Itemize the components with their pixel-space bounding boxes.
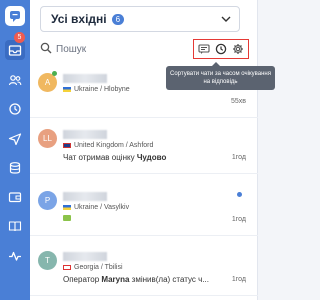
- location-text: Georgia / Tbilisi: [74, 264, 123, 271]
- left-rail: 5: [0, 0, 30, 300]
- blurred-contact-name: [63, 252, 107, 261]
- avatar: LL: [38, 129, 57, 148]
- send-icon[interactable]: [5, 129, 25, 149]
- wallet-icon[interactable]: [5, 187, 25, 207]
- uk-flag-icon: [63, 143, 71, 148]
- settings-gear-icon[interactable]: [231, 42, 245, 56]
- chat-time: 1год: [231, 276, 246, 283]
- inbox-icon[interactable]: [5, 40, 25, 60]
- book-icon[interactable]: [5, 216, 25, 236]
- chat-location: United Kingdom / Ashford: [63, 142, 153, 149]
- chat-logo-icon[interactable]: [5, 6, 25, 26]
- ukraine-flag-icon: [63, 205, 71, 210]
- chat-time: 55хв: [230, 98, 246, 105]
- chevron-down-icon: [221, 16, 231, 22]
- search-input[interactable]: [56, 40, 176, 58]
- chat-time: 1год: [231, 154, 246, 161]
- chat-item[interactable]: LL United Kingdom / Ashford Чат отримав …: [30, 120, 258, 174]
- location-text: Ukraine / Vasylkiv: [74, 204, 130, 211]
- inbox-count-badge: 6: [111, 13, 125, 25]
- database-icon[interactable]: [5, 158, 25, 178]
- blurred-contact-name: [63, 130, 107, 139]
- inbox-title: Усі вхідні: [51, 12, 107, 26]
- chat-location: Ukraine / Vasylkiv: [63, 204, 129, 211]
- georgia-flag-icon: [63, 265, 71, 270]
- blurred-contact-name: [63, 74, 107, 83]
- chat-last-message: Чат отримав оцінку Чудово: [63, 153, 167, 162]
- inbox-filter-dropdown[interactable]: Усі вхідні 6: [40, 6, 240, 32]
- sort-tooltip: Сортувати чати за часом очікування на ві…: [166, 62, 275, 90]
- attachment-icon: [63, 215, 71, 221]
- chat-time: 1год: [231, 216, 246, 223]
- chat-list-panel: Усі вхідні 6 A: [30, 0, 258, 300]
- chat-item[interactable]: P Ukraine / Vasylkiv 1год: [30, 182, 258, 236]
- search-icon: [40, 42, 52, 54]
- location-text: Ukraine / Hlobyne: [74, 86, 130, 93]
- app: 5 Усі вхідні 6 Пошук A Ukraine / Hlobyne…: [0, 0, 288, 300]
- chat-location: Ukraine / Hlobyne: [63, 86, 130, 93]
- sort-toolbar: [193, 39, 249, 59]
- blurred-contact-name: [63, 192, 107, 201]
- online-indicator: [52, 71, 57, 76]
- chat-item[interactable]: T Georgia / Tbilisi Оператор Maryna змін…: [30, 242, 258, 296]
- avatar: P: [38, 191, 57, 210]
- sort-by-wait-time-clock-icon[interactable]: [214, 42, 228, 56]
- activity-icon[interactable]: [5, 246, 25, 266]
- history-clock-icon[interactable]: [5, 99, 25, 119]
- search-bar: [30, 36, 258, 62]
- chat-location: Georgia / Tbilisi: [63, 264, 123, 271]
- unread-dot: [237, 192, 242, 197]
- ukraine-flag-icon: [63, 87, 71, 92]
- avatar: T: [38, 251, 57, 270]
- inbox-badge: 5: [14, 32, 25, 43]
- location-text: United Kingdom / Ashford: [74, 142, 154, 149]
- templates-icon[interactable]: [197, 42, 211, 56]
- chat-last-message: Оператор Maryna змінив(ла) статус ч...: [63, 275, 209, 284]
- contacts-icon[interactable]: [5, 70, 25, 90]
